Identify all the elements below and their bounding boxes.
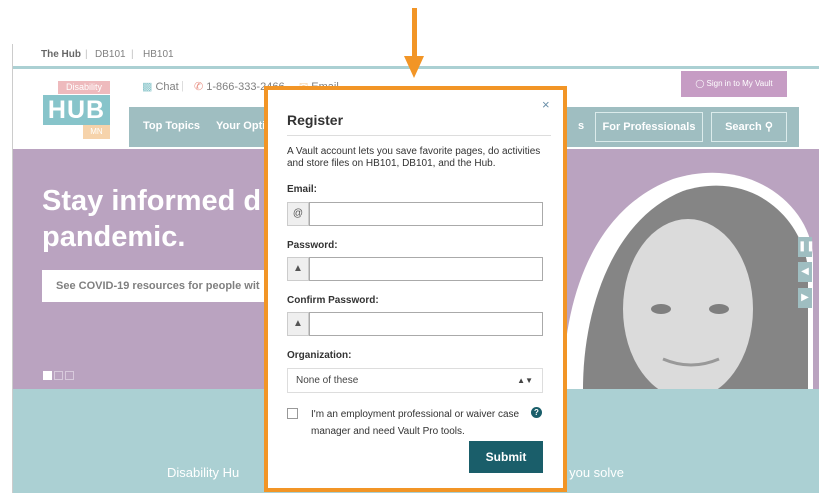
register-modal: Register × A Vault account lets you save…: [264, 86, 567, 492]
password-field: ▲: [287, 257, 543, 281]
password-label: Password:: [287, 240, 338, 251]
at-icon: @: [287, 202, 309, 226]
submit-button[interactable]: Submit: [469, 441, 543, 473]
confirm-password-label: Confirm Password:: [287, 295, 379, 306]
confirm-password-field: ▲: [287, 312, 543, 336]
confirm-password-input[interactable]: [309, 312, 543, 336]
email-field: @: [287, 202, 543, 226]
sort-caret-icon: ▲▼: [517, 376, 533, 385]
vault-pro-label: I'm an employment professional or waiver…: [311, 409, 520, 437]
modal-divider: [287, 135, 551, 136]
lock-icon: ▲: [287, 257, 309, 281]
password-input[interactable]: [309, 257, 543, 281]
lock-icon: ▲: [287, 312, 309, 336]
modal-title: Register: [287, 112, 344, 128]
vault-pro-checkbox[interactable]: [287, 408, 298, 419]
email-input[interactable]: [309, 202, 543, 226]
callout-arrow-shaft: [412, 8, 417, 60]
organization-label: Organization:: [287, 350, 352, 361]
organization-value: None of these: [296, 375, 359, 386]
help-icon[interactable]: ?: [531, 407, 542, 418]
close-icon[interactable]: ×: [542, 97, 550, 112]
modal-description: A Vault account lets you save favorite p…: [287, 146, 541, 169]
email-label: Email:: [287, 184, 318, 195]
organization-select[interactable]: None of these ▲▼: [287, 368, 543, 393]
callout-arrow-icon: [404, 56, 424, 78]
